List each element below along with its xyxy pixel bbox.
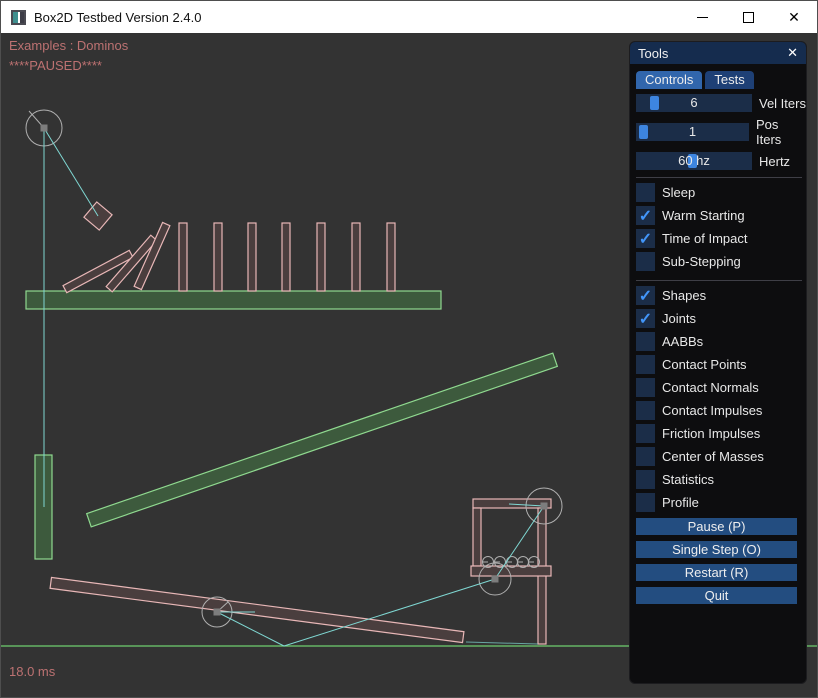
checkbox-box[interactable]	[636, 401, 655, 420]
check-icon	[639, 309, 652, 329]
vel-iters-label: Vel Iters	[759, 96, 806, 111]
checkbox-center-of-masses[interactable]: Center of Masses	[630, 445, 806, 468]
checkbox-box[interactable]	[636, 206, 655, 225]
standing-domino	[352, 223, 360, 291]
joint-anchors	[41, 125, 548, 616]
checkbox-time-of-impact[interactable]: Time of Impact	[630, 227, 806, 250]
checkbox-sleep[interactable]: Sleep	[630, 181, 806, 204]
panel-buttons: Pause (P) Single Step (O) Restart (R) Qu…	[636, 518, 797, 604]
checkbox-aabbs[interactable]: AABBs	[630, 330, 806, 353]
tools-panel-header[interactable]: Tools ✕	[630, 42, 806, 64]
domino-platform	[26, 291, 441, 309]
tools-panel: Tools ✕ Controls Tests 6 Vel Iters 1 Pos…	[629, 41, 807, 684]
hertz-label: Hertz	[759, 154, 790, 169]
frame-top-beam	[473, 499, 551, 508]
maximize-icon	[743, 12, 754, 23]
panel-tabs: Controls Tests	[630, 71, 806, 89]
standing-domino	[248, 223, 256, 291]
separator	[636, 280, 802, 281]
vel-iters-slider[interactable]: 6	[636, 94, 752, 112]
checkbox-sub-stepping[interactable]: Sub-Stepping	[630, 250, 806, 273]
checkbox-statistics[interactable]: Statistics	[630, 468, 806, 491]
hertz-value: 60 hz	[636, 152, 752, 170]
standing-domino	[317, 223, 325, 291]
checkbox-box[interactable]	[636, 447, 655, 466]
app-window: Box2D Testbed Version 2.4.0 ✕	[0, 0, 818, 698]
vel-iters-value: 6	[636, 94, 752, 112]
separator	[636, 177, 802, 178]
example-label: Examples : Dominos	[9, 38, 128, 53]
checkbox-box[interactable]	[636, 229, 655, 248]
tab-controls[interactable]: Controls	[636, 71, 702, 89]
checkbox-joints[interactable]: Joints	[630, 307, 806, 330]
check-icon	[639, 206, 652, 226]
minimize-icon	[697, 17, 708, 18]
checkbox-box[interactable]	[636, 470, 655, 489]
checkbox-box[interactable]	[636, 493, 655, 512]
checkbox-profile[interactable]: Profile	[630, 491, 806, 514]
hertz-slider[interactable]: 60 hz	[636, 152, 752, 170]
single-step-button[interactable]: Single Step (O)	[636, 541, 797, 558]
close-button[interactable]: ✕	[771, 1, 817, 33]
window-title: Box2D Testbed Version 2.4.0	[34, 10, 201, 25]
checkbox-shapes[interactable]: Shapes	[630, 284, 806, 307]
checkbox-contact-points[interactable]: Contact Points	[630, 353, 806, 376]
pos-iters-slider[interactable]: 1	[636, 123, 749, 141]
checkbox-contact-impulses[interactable]: Contact Impulses	[630, 399, 806, 422]
checkbox-box[interactable]	[636, 424, 655, 443]
checkbox-box[interactable]	[636, 183, 655, 202]
window-titlebar[interactable]: Box2D Testbed Version 2.4.0 ✕	[1, 1, 817, 33]
frame-time-label: 18.0 ms	[9, 664, 55, 679]
pos-iters-label: Pos Iters	[756, 117, 806, 147]
checkbox-box[interactable]	[636, 378, 655, 397]
close-icon: ✕	[788, 10, 800, 24]
checkbox-contact-normals[interactable]: Contact Normals	[630, 376, 806, 399]
panel-close-icon[interactable]: ✕	[787, 45, 798, 61]
checkbox-box[interactable]	[636, 309, 655, 328]
checkbox-box[interactable]	[636, 252, 655, 271]
pause-button[interactable]: Pause (P)	[636, 518, 797, 535]
frame-left-post	[473, 508, 481, 566]
checkbox-friction-impulses[interactable]: Friction Impulses	[630, 422, 806, 445]
check-icon	[639, 286, 652, 306]
check-icon	[639, 229, 652, 249]
restart-button[interactable]: Restart (R)	[636, 564, 797, 581]
checkbox-box[interactable]	[636, 355, 655, 374]
standing-domino	[282, 223, 290, 291]
standing-domino	[387, 223, 395, 291]
checkbox-warm-starting[interactable]: Warm Starting	[630, 204, 806, 227]
quit-button[interactable]: Quit	[636, 587, 797, 604]
paused-label: ****PAUSED****	[9, 58, 102, 73]
app-icon	[11, 10, 26, 25]
checkbox-box[interactable]	[636, 286, 655, 305]
window-controls: ✕	[679, 1, 817, 33]
checkbox-box[interactable]	[636, 332, 655, 351]
tab-tests[interactable]: Tests	[705, 71, 753, 89]
pos-iters-value: 1	[636, 123, 749, 141]
minimize-button[interactable]	[679, 1, 725, 33]
standing-domino	[214, 223, 222, 291]
maximize-button[interactable]	[725, 1, 771, 33]
standing-domino	[179, 223, 187, 291]
tools-panel-title: Tools	[638, 46, 668, 61]
